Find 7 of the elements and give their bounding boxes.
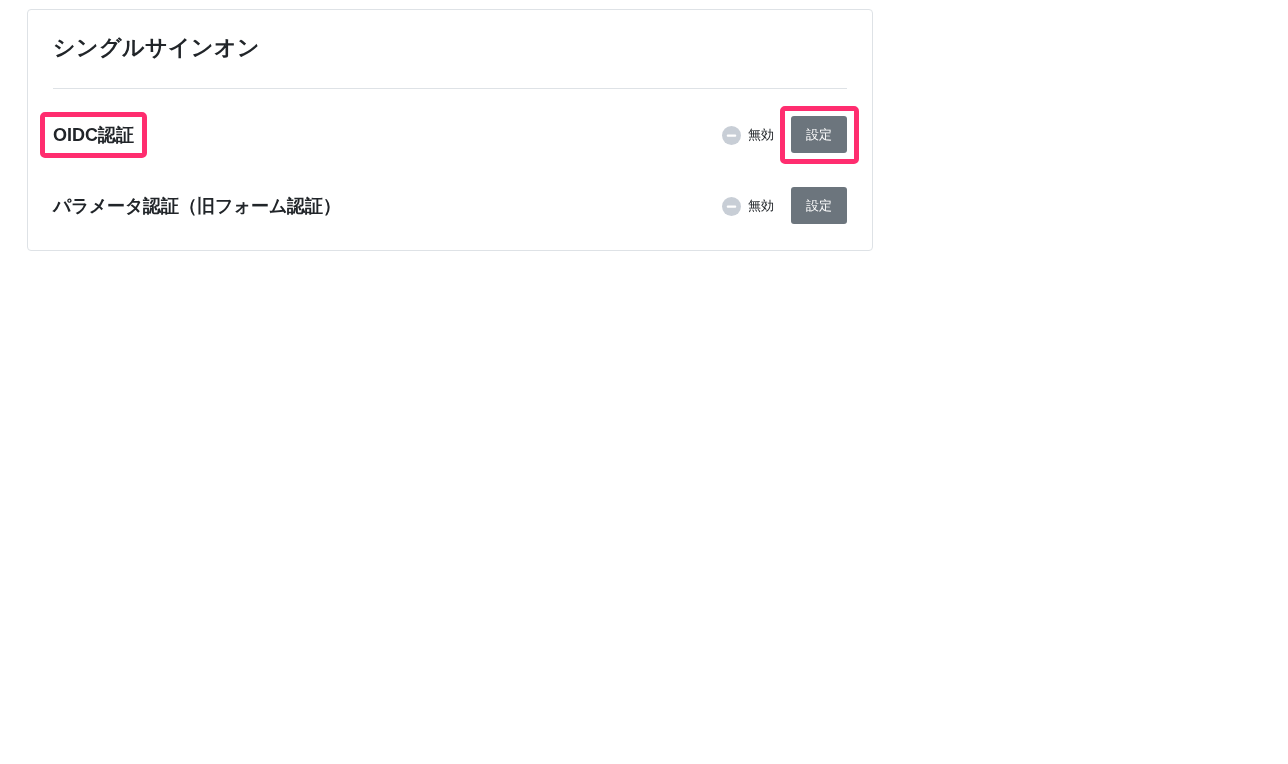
settings-button[interactable]: 設定 bbox=[791, 187, 847, 224]
status-label: 無効 bbox=[748, 197, 774, 215]
auth-method-name: OIDC認証 bbox=[53, 125, 134, 145]
card-title: シングルサインオン bbox=[53, 34, 260, 62]
auth-method-name: パラメータ認証（旧フォーム認証） bbox=[53, 196, 341, 216]
settings-button[interactable]: 設定 bbox=[791, 116, 847, 153]
status-label: 無効 bbox=[748, 126, 774, 144]
